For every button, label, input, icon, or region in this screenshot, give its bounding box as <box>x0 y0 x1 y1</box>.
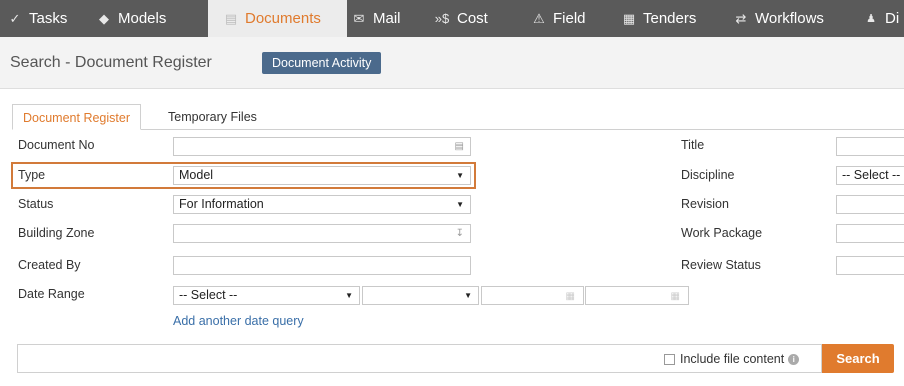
nav-label: Tasks <box>29 10 68 27</box>
date-from-input[interactable]: ▦ <box>481 286 584 305</box>
chevron-down-icon: ▼ <box>345 291 353 300</box>
warning-icon: ⚠ <box>533 10 545 26</box>
tab-document-register[interactable]: Document Register <box>12 104 141 130</box>
nav-label: Documents <box>245 10 321 27</box>
date-to-input[interactable]: ▦ <box>585 286 689 305</box>
status-select[interactable]: For Information ▼ <box>173 195 471 214</box>
created-by-label: Created By <box>18 258 81 272</box>
nav-label: Tenders <box>643 10 697 27</box>
document-no-label: Document No <box>18 138 95 152</box>
check-icon: ✓ <box>9 10 21 26</box>
nav-field[interactable]: ⚠ Field <box>530 0 586 37</box>
nav-models[interactable]: ◆ Models <box>95 0 166 37</box>
nav-documents[interactable]: ▤ Documents <box>208 0 347 37</box>
type-select[interactable]: Model ▼ <box>173 166 471 185</box>
nav-label: Field <box>553 10 586 27</box>
add-date-query-link[interactable]: Add another date query <box>173 314 304 328</box>
date-range-label: Date Range <box>18 287 85 301</box>
chevron-down-icon: ▼ <box>456 200 464 209</box>
chevron-down-icon: ▼ <box>464 291 472 300</box>
tender-icon: ▦ <box>622 10 636 26</box>
discipline-label: Discipline <box>681 168 735 182</box>
document-no-input[interactable]: ▤ <box>173 137 471 156</box>
nav-label: Mail <box>373 10 401 27</box>
nav-di[interactable]: ♟ Di <box>862 0 899 37</box>
work-package-label: Work Package <box>681 226 763 240</box>
nav-label: Cost <box>457 10 488 27</box>
revision-label: Revision <box>681 197 729 211</box>
mail-icon: ✉ <box>353 10 365 26</box>
nav-label: Workflows <box>755 10 824 27</box>
nav-tenders[interactable]: ▦ Tenders <box>620 0 697 37</box>
nav-tasks[interactable]: ✓ Tasks <box>6 0 68 37</box>
title-label: Title <box>681 138 705 152</box>
chevron-down-icon: ▼ <box>456 171 464 180</box>
include-file-content[interactable]: Include file content i <box>664 352 800 366</box>
nav-label: Di <box>885 10 900 27</box>
workflow-icon: ⇄ <box>735 10 747 26</box>
people-icon: ♟ <box>866 13 876 25</box>
building-zone-select[interactable]: ↧ <box>173 224 471 243</box>
title-input[interactable] <box>836 137 904 156</box>
document-icon: ▤ <box>224 10 238 26</box>
nav-label: Models <box>118 10 167 27</box>
cost-icon: »$ <box>434 11 450 26</box>
date-operator-select[interactable]: ▼ <box>362 286 479 305</box>
include-file-content-checkbox[interactable] <box>664 353 675 365</box>
discipline-select[interactable]: -- Select -- <box>836 166 904 185</box>
page-header: Search - Document Register Document Acti… <box>0 37 904 89</box>
date-type-select[interactable]: -- Select -- ▼ <box>173 286 360 305</box>
status-label: Status <box>18 197 54 211</box>
info-icon[interactable]: i <box>788 353 800 365</box>
calendar-icon[interactable]: ▦ <box>566 288 575 304</box>
page-title: Search - Document Register <box>10 54 212 71</box>
revision-input[interactable] <box>836 195 904 214</box>
review-status-label: Review Status <box>681 258 761 272</box>
calendar-icon[interactable]: ▦ <box>671 288 680 304</box>
include-file-content-label: Include file content <box>680 352 785 366</box>
nav-workflows[interactable]: ⇄ Workflows <box>732 0 824 37</box>
tab-divider <box>12 129 904 130</box>
cube-icon: ◆ <box>99 10 109 26</box>
created-by-input[interactable] <box>173 256 471 275</box>
nav-mail[interactable]: ✉ Mail <box>350 0 401 37</box>
document-activity-button[interactable]: Document Activity <box>262 52 382 74</box>
tab-temporary-files[interactable]: Temporary Files <box>158 104 267 130</box>
chevron-down-icon: ↧ <box>455 228 464 239</box>
barcode-icon[interactable]: ▤ <box>455 138 464 155</box>
search-button[interactable]: Search <box>822 344 894 373</box>
nav-cost[interactable]: »$ Cost <box>432 0 488 37</box>
type-label: Type <box>18 168 46 182</box>
top-nav: ✓ Tasks ◆ Models ▤ Documents ✉ Mail »$ C… <box>0 0 904 37</box>
review-status-input[interactable] <box>836 256 904 275</box>
building-zone-label: Building Zone <box>18 226 95 240</box>
work-package-input[interactable] <box>836 224 904 243</box>
